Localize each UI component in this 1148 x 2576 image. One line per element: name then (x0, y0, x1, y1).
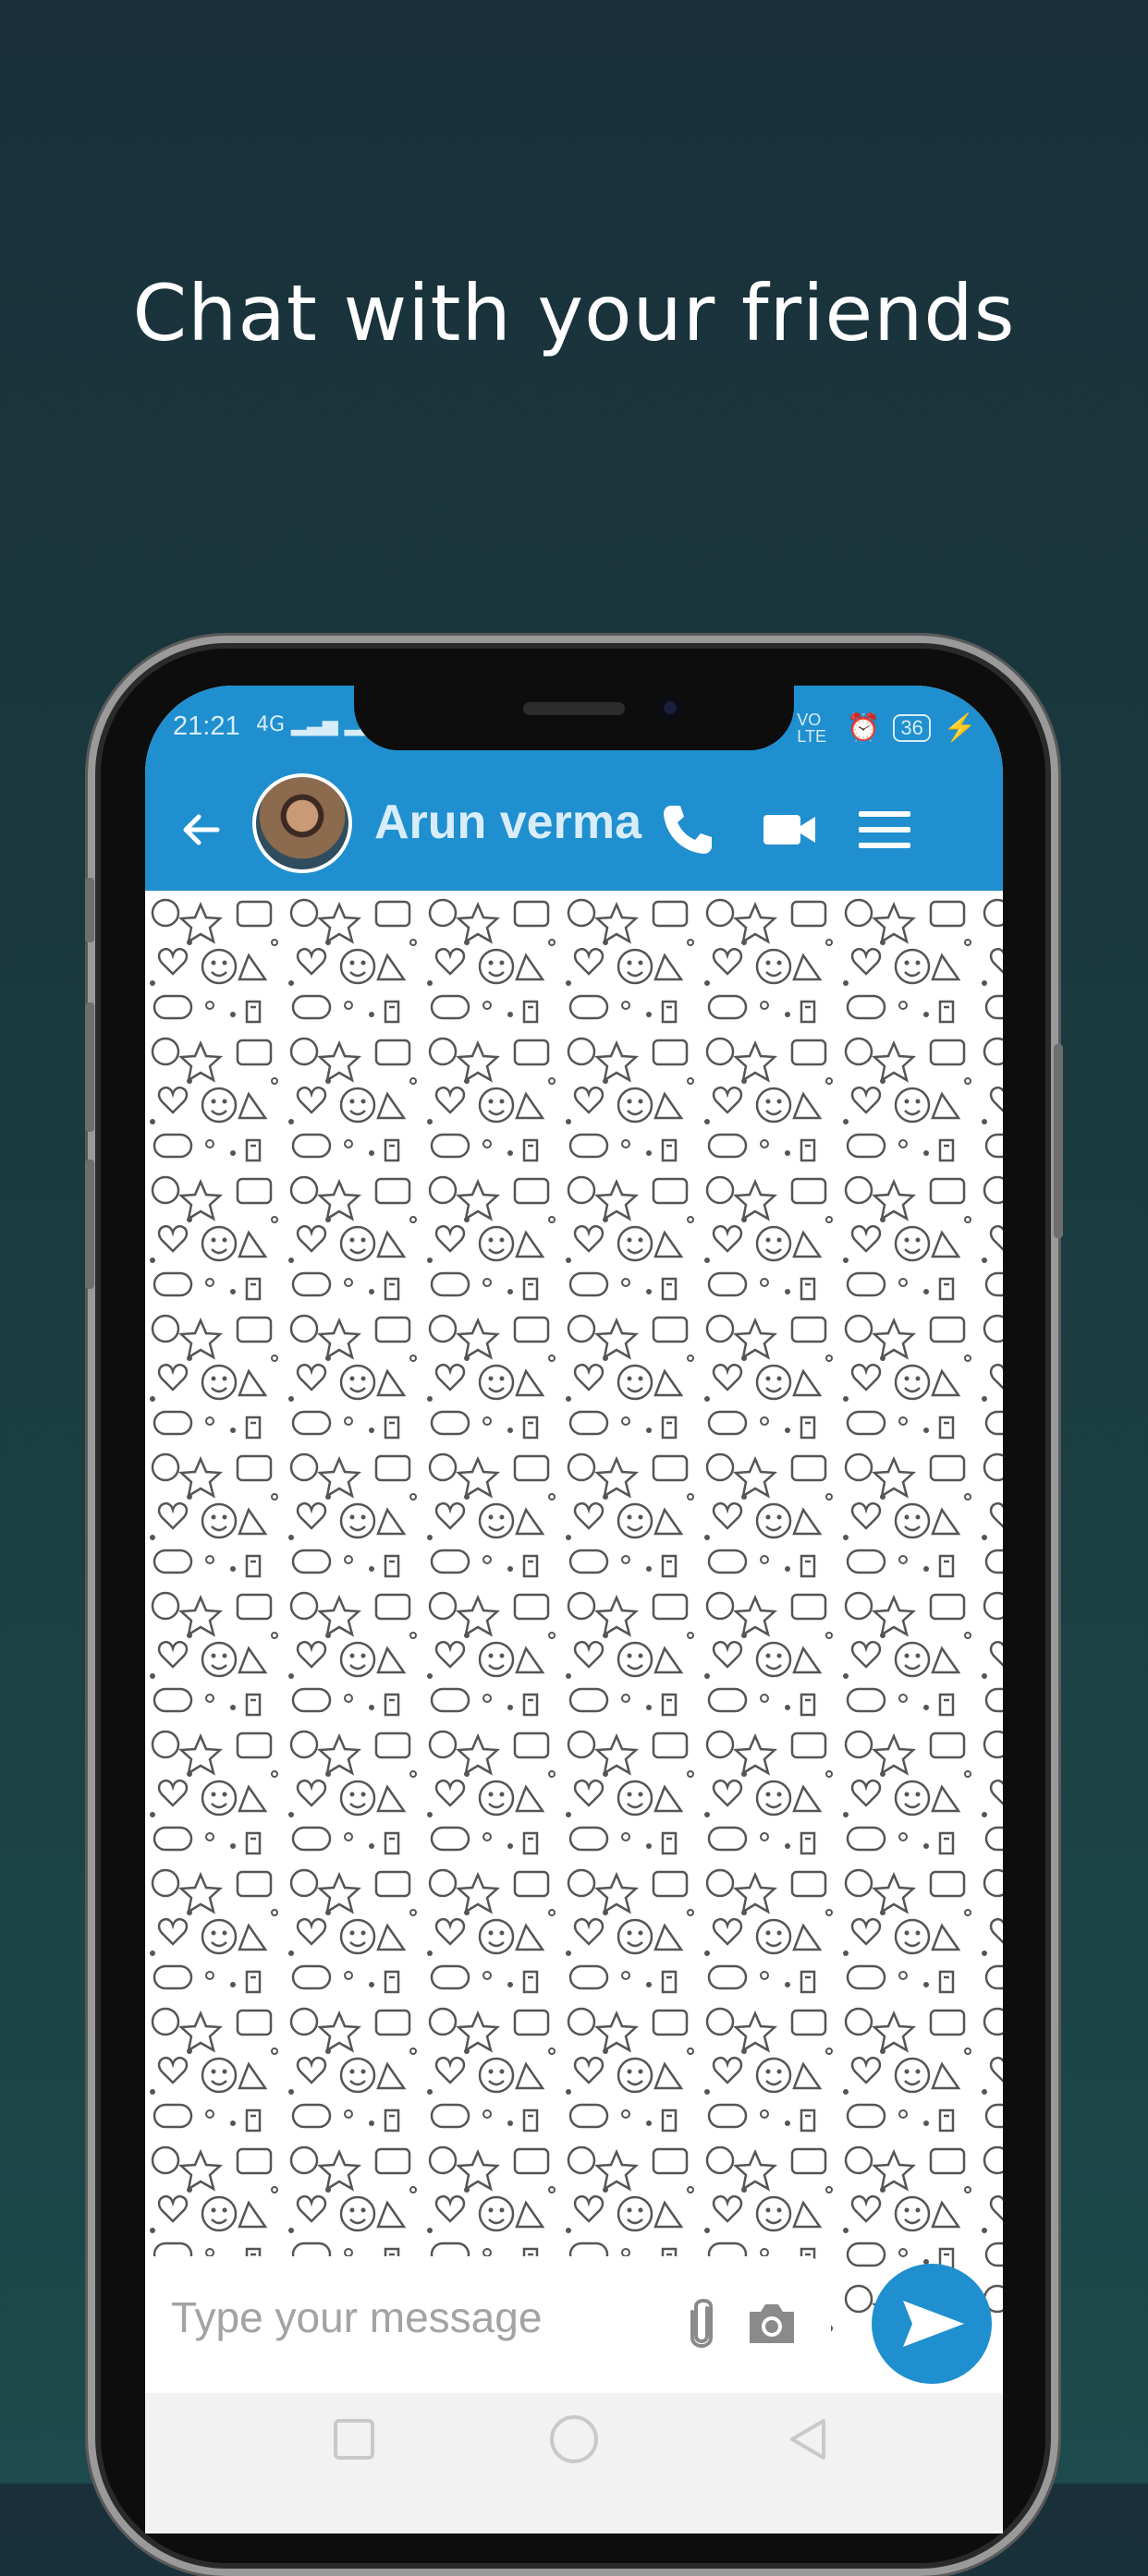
send-button[interactable] (872, 2264, 992, 2384)
phone-notch (354, 686, 794, 750)
volte-label: VO LTE (797, 711, 826, 746)
avatar[interactable] (252, 773, 352, 873)
status-time: 21:21 (173, 711, 240, 741)
status-right: VO LTE ⏰ 36 ⚡ (797, 711, 977, 745)
chat-wallpaper[interactable] (145, 891, 1003, 2332)
back-arrow-icon[interactable] (178, 808, 223, 852)
message-input[interactable] (169, 2291, 653, 2343)
phone-icon[interactable] (658, 800, 717, 859)
android-nav-bar (145, 2393, 1003, 2533)
video-camera-icon[interactable] (760, 800, 819, 859)
front-camera (658, 696, 682, 720)
volume-up-button (85, 1002, 94, 1132)
charging-icon: ⚡ (943, 713, 977, 743)
nav-back-icon[interactable] (790, 2419, 825, 2460)
doodle-pattern (145, 891, 1003, 2332)
network-label: 4G (256, 713, 286, 736)
menu-icon[interactable] (855, 800, 914, 859)
contact-name[interactable]: Arun verma (374, 795, 641, 850)
power-button (1054, 1044, 1063, 1238)
recents-icon[interactable] (334, 2419, 374, 2460)
alarm-icon: ⏰ (847, 713, 881, 743)
message-composer (145, 2256, 831, 2386)
headline: Chat with your friends (132, 268, 1016, 358)
earpiece-speaker (523, 702, 625, 715)
battery-icon: 36 (893, 714, 931, 742)
home-icon[interactable] (550, 2415, 598, 2463)
send-icon (903, 2301, 964, 2347)
mute-switch (85, 878, 94, 942)
camera-icon[interactable] (744, 2297, 800, 2349)
phone-screen: 21:21 4G ▂▃▅ ▂▃▅ VO LTE ⏰ 36 ⚡ Arun verm… (145, 686, 1003, 2533)
attachment-icon[interactable] (679, 2295, 724, 2352)
volume-down-button (85, 1160, 94, 1289)
